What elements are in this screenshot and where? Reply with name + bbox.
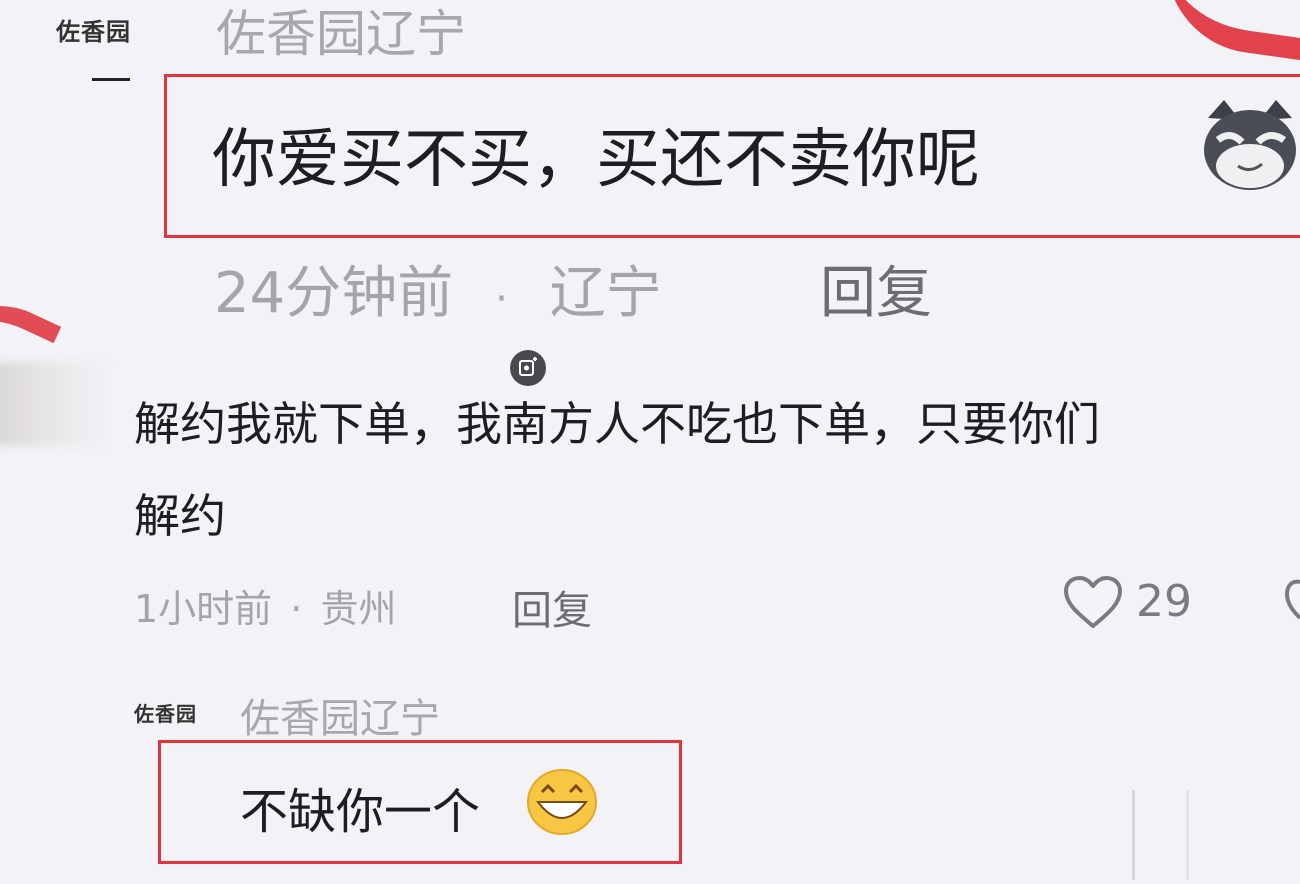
brand-avatar[interactable]: 佐香园 <box>56 12 131 47</box>
comment-location: 贵州 <box>320 587 397 631</box>
grinning-face-icon <box>527 769 597 835</box>
cat-smirk-icon <box>1204 100 1296 190</box>
like-heart-icon[interactable] <box>1062 574 1124 630</box>
scroll-indicator <box>1186 790 1189 880</box>
brand-avatar[interactable]: 佐香园 <box>134 698 197 727</box>
decorative-red-stroke-top-right <box>1154 0 1300 64</box>
meta-separator: · <box>290 587 303 631</box>
meta-separator: · <box>495 276 508 322</box>
comment-meta: 24分钟前 · 辽宁 <box>214 248 662 329</box>
comment-username[interactable]: 佐香园辽宁 <box>216 0 466 66</box>
blurred-avatar[interactable] <box>0 362 115 446</box>
comment-time: 24分钟前 <box>214 261 454 326</box>
comment-username[interactable]: 佐香园辽宁 <box>240 686 440 744</box>
reply-button[interactable]: 回复 <box>512 578 592 636</box>
like-count: 29 <box>1136 576 1192 627</box>
dislike-heart-icon[interactable] <box>1284 574 1300 630</box>
avatar-underline <box>92 78 130 81</box>
reply-button[interactable]: 回复 <box>820 248 932 329</box>
image-edit-icon[interactable] <box>510 350 546 386</box>
comment-location: 辽宁 <box>549 261 662 326</box>
scroll-indicator <box>1132 790 1135 880</box>
comment-meta: 1小时前 · 贵州 <box>134 578 396 633</box>
comment-text: 不缺你一个 <box>240 784 481 840</box>
comment-time: 1小时前 <box>134 587 273 631</box>
comment-text-line2: 解约 <box>134 489 226 543</box>
comment-text-line1: 解约我就下单，我南方人不吃也下单，只要你们 <box>134 397 1100 451</box>
comment-text: 你爱买不买，买还不卖你呢 <box>212 123 980 197</box>
